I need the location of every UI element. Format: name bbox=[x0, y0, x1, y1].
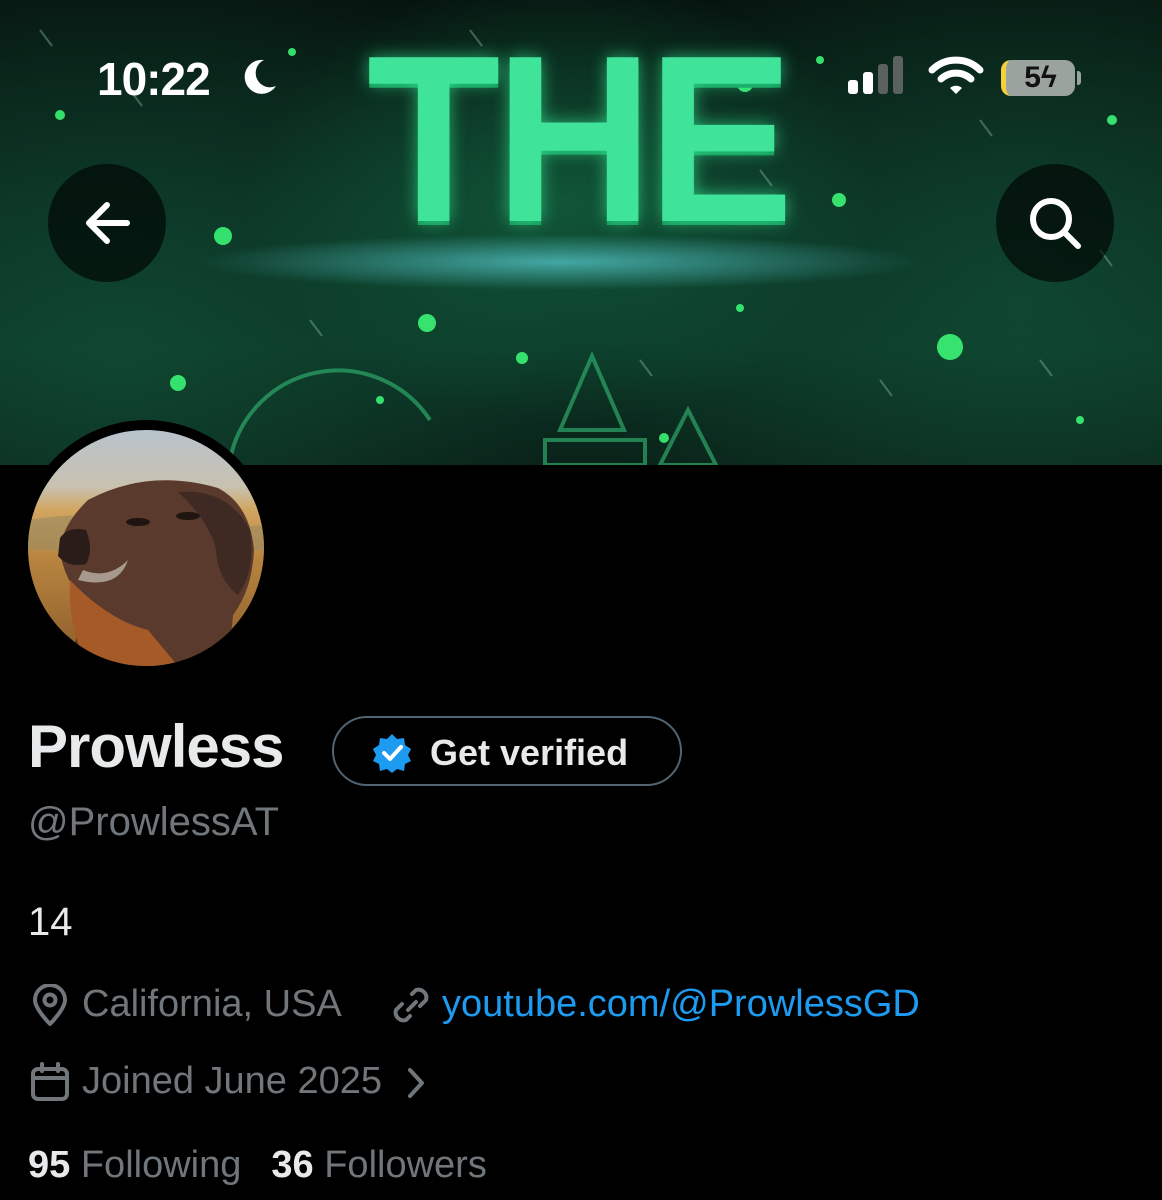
avatar[interactable] bbox=[18, 420, 274, 676]
follow-stats: 95 Following 36 Followers bbox=[28, 1144, 487, 1187]
chevron-right-icon[interactable] bbox=[404, 1066, 428, 1100]
followers-stat[interactable]: 36 Followers bbox=[271, 1144, 486, 1186]
get-verified-label: Get verified bbox=[430, 732, 629, 773]
calendar-icon bbox=[31, 1062, 69, 1101]
joined-date[interactable]: Joined June 2025 bbox=[82, 1060, 382, 1103]
get-verified-button[interactable]: Get verified bbox=[332, 716, 682, 786]
link-icon bbox=[393, 987, 429, 1023]
status-bar: 10:22 5ϟ bbox=[0, 0, 1162, 110]
followers-label: Followers bbox=[324, 1144, 487, 1186]
profile-location: California, USA bbox=[82, 983, 342, 1025]
profile-website-link[interactable]: youtube.com/@ProwlessGD bbox=[442, 983, 920, 1026]
status-time: 10:22 bbox=[97, 53, 211, 105]
battery-level: 5 bbox=[1024, 61, 1041, 94]
charging-bolt: ϟ bbox=[1040, 61, 1057, 94]
search-button[interactable] bbox=[996, 164, 1114, 282]
moon-icon bbox=[244, 59, 276, 94]
arrow-left-icon bbox=[86, 202, 130, 244]
bio-text: 14 bbox=[28, 900, 73, 944]
back-button[interactable] bbox=[48, 164, 166, 282]
battery-nub bbox=[1077, 71, 1081, 85]
user-handle: @ProwlessAT bbox=[28, 800, 280, 844]
cellular-signal-icon bbox=[848, 56, 903, 94]
search-icon bbox=[1030, 198, 1081, 249]
wifi-icon bbox=[928, 56, 984, 94]
followers-count: 36 bbox=[271, 1144, 314, 1186]
display-name: Prowless bbox=[28, 713, 284, 780]
battery-charging-icon: 5ϟ bbox=[1001, 60, 1075, 96]
avatar-photo bbox=[28, 430, 264, 666]
dog-photo-illustration bbox=[28, 480, 264, 666]
verified-badge-icon bbox=[373, 734, 411, 773]
following-count: 95 bbox=[28, 1144, 71, 1186]
following-stat[interactable]: 95 Following bbox=[28, 1144, 241, 1186]
following-label: Following bbox=[80, 1144, 242, 1186]
location-pin-icon bbox=[33, 984, 67, 1026]
